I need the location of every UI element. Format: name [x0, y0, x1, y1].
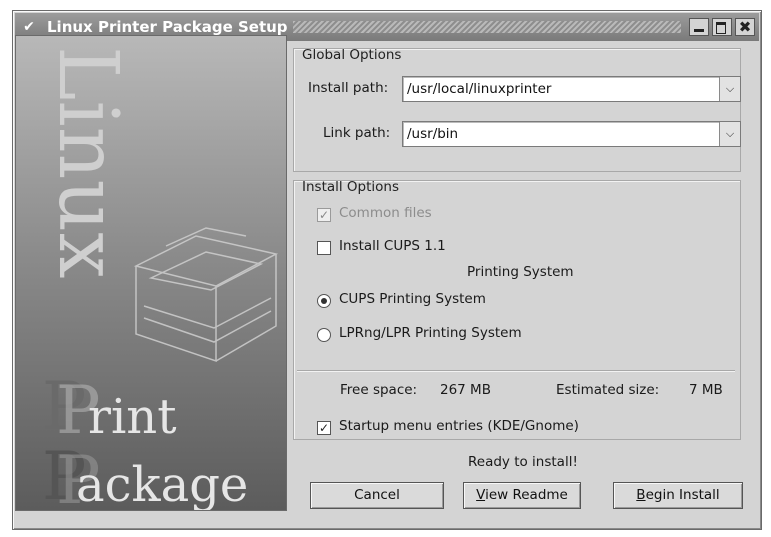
close-button[interactable]: ✖ [735, 18, 755, 36]
printing-system-label: Printing System [467, 264, 574, 280]
window-menu-icon[interactable]: ✔ [21, 19, 37, 35]
begin-install-button[interactable]: Begin Install [613, 482, 743, 509]
printer-illustration [133, 227, 279, 363]
global-options-group: Global Options [293, 47, 741, 172]
title-bar-hatch [293, 21, 681, 33]
cups-radio[interactable] [317, 294, 331, 308]
lprng-radio-label[interactable]: LPRng/LPR Printing System [339, 325, 522, 341]
maximize-button[interactable] [712, 18, 732, 36]
minimize-button[interactable] [689, 18, 709, 36]
estimated-size-label: Estimated size: [556, 382, 660, 398]
divider [297, 370, 735, 372]
link-path-combo[interactable]: /usr/bin ⌵ [402, 121, 741, 147]
estimated-size-value: 7 MB [689, 382, 723, 398]
print-package-logo: P P rint P P ackage [42, 371, 248, 511]
startup-menu-checkbox[interactable]: ✓ [317, 421, 331, 435]
status-text: Ready to install! [468, 454, 578, 470]
global-options-title: Global Options [302, 47, 402, 63]
install-path-dropdown-icon[interactable]: ⌵ [719, 77, 740, 101]
free-space-value: 267 MB [440, 382, 491, 398]
install-options-title: Install Options [302, 179, 400, 195]
logo-word-rint: rint [88, 389, 177, 445]
window-title: Linux Printer Package Setup [47, 18, 288, 36]
lprng-radio[interactable] [317, 328, 331, 342]
logo-word-ackage: ackage [76, 457, 248, 511]
install-cups-checkbox[interactable] [317, 241, 331, 255]
install-path-combo[interactable]: /usr/local/linuxprinter ⌵ [402, 76, 741, 102]
install-path-value[interactable]: /usr/local/linuxprinter [407, 81, 551, 97]
free-space-label: Free space: [340, 382, 418, 398]
link-path-dropdown-icon[interactable]: ⌵ [719, 122, 740, 146]
view-readme-button[interactable]: View Readme [463, 482, 581, 509]
cups-radio-label[interactable]: CUPS Printing System [339, 291, 486, 307]
startup-menu-label[interactable]: Startup menu entries (KDE/Gnome) [339, 418, 579, 434]
banner-image: Linux P P rint P P ackage [15, 35, 287, 511]
banner-linux-text: Linux [40, 46, 135, 279]
link-path-label: Link path: [323, 125, 391, 141]
install-cups-label[interactable]: Install CUPS 1.1 [339, 238, 446, 254]
install-path-label: Install path: [308, 80, 389, 96]
common-files-checkbox: ✓ [317, 208, 331, 222]
cancel-button[interactable]: Cancel [310, 482, 444, 509]
link-path-value[interactable]: /usr/bin [407, 126, 458, 142]
common-files-label: Common files [339, 205, 432, 221]
